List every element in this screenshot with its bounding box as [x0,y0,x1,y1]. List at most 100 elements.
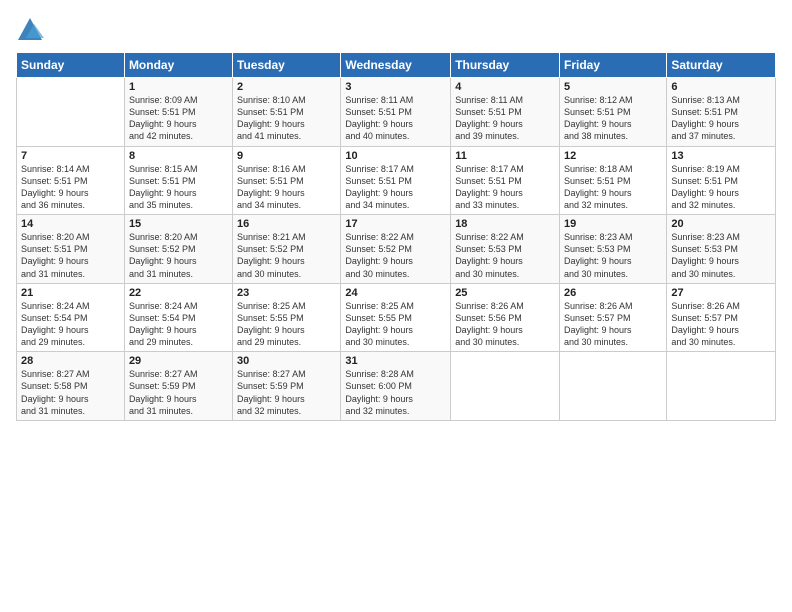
day-number: 6 [671,81,771,93]
calendar-week-row: 21Sunrise: 8:24 AM Sunset: 5:54 PM Dayli… [17,283,776,352]
calendar-cell: 20Sunrise: 8:23 AM Sunset: 5:53 PM Dayli… [667,215,776,284]
calendar-body: 1Sunrise: 8:09 AM Sunset: 5:51 PM Daylig… [17,78,776,421]
day-number: 26 [564,287,662,299]
calendar-cell: 17Sunrise: 8:22 AM Sunset: 5:52 PM Dayli… [341,215,451,284]
day-number: 10 [345,150,446,162]
calendar-cell: 10Sunrise: 8:17 AM Sunset: 5:51 PM Dayli… [341,146,451,215]
calendar-cell: 24Sunrise: 8:25 AM Sunset: 5:55 PM Dayli… [341,283,451,352]
weekday-header: Sunday [17,53,125,78]
day-info: Sunrise: 8:16 AM Sunset: 5:51 PM Dayligh… [237,163,336,212]
calendar-week-row: 14Sunrise: 8:20 AM Sunset: 5:51 PM Dayli… [17,215,776,284]
calendar-cell [451,352,560,421]
weekday-header: Monday [124,53,232,78]
calendar-week-row: 28Sunrise: 8:27 AM Sunset: 5:58 PM Dayli… [17,352,776,421]
day-info: Sunrise: 8:22 AM Sunset: 5:52 PM Dayligh… [345,231,446,280]
weekday-header: Saturday [667,53,776,78]
day-number: 20 [671,218,771,230]
day-number: 12 [564,150,662,162]
calendar-cell: 29Sunrise: 8:27 AM Sunset: 5:59 PM Dayli… [124,352,232,421]
day-number: 30 [237,355,336,367]
day-info: Sunrise: 8:26 AM Sunset: 5:56 PM Dayligh… [455,300,555,349]
calendar-cell [667,352,776,421]
calendar-week-row: 1Sunrise: 8:09 AM Sunset: 5:51 PM Daylig… [17,78,776,147]
calendar-cell: 16Sunrise: 8:21 AM Sunset: 5:52 PM Dayli… [233,215,341,284]
day-info: Sunrise: 8:11 AM Sunset: 5:51 PM Dayligh… [455,94,555,143]
day-number: 18 [455,218,555,230]
weekday-header: Wednesday [341,53,451,78]
weekday-header: Tuesday [233,53,341,78]
day-number: 4 [455,81,555,93]
calendar-cell: 12Sunrise: 8:18 AM Sunset: 5:51 PM Dayli… [560,146,667,215]
day-info: Sunrise: 8:14 AM Sunset: 5:51 PM Dayligh… [21,163,120,212]
day-info: Sunrise: 8:25 AM Sunset: 5:55 PM Dayligh… [345,300,446,349]
day-info: Sunrise: 8:23 AM Sunset: 5:53 PM Dayligh… [564,231,662,280]
day-info: Sunrise: 8:24 AM Sunset: 5:54 PM Dayligh… [129,300,228,349]
day-info: Sunrise: 8:27 AM Sunset: 5:59 PM Dayligh… [237,368,336,417]
weekday-header: Friday [560,53,667,78]
calendar-cell: 18Sunrise: 8:22 AM Sunset: 5:53 PM Dayli… [451,215,560,284]
day-info: Sunrise: 8:17 AM Sunset: 5:51 PM Dayligh… [345,163,446,212]
day-info: Sunrise: 8:13 AM Sunset: 5:51 PM Dayligh… [671,94,771,143]
calendar-table: SundayMondayTuesdayWednesdayThursdayFrid… [16,52,776,421]
day-info: Sunrise: 8:26 AM Sunset: 5:57 PM Dayligh… [671,300,771,349]
day-number: 15 [129,218,228,230]
day-info: Sunrise: 8:24 AM Sunset: 5:54 PM Dayligh… [21,300,120,349]
day-info: Sunrise: 8:18 AM Sunset: 5:51 PM Dayligh… [564,163,662,212]
day-number: 24 [345,287,446,299]
calendar-cell: 13Sunrise: 8:19 AM Sunset: 5:51 PM Dayli… [667,146,776,215]
day-number: 21 [21,287,120,299]
calendar-cell: 6Sunrise: 8:13 AM Sunset: 5:51 PM Daylig… [667,78,776,147]
day-number: 28 [21,355,120,367]
day-number: 2 [237,81,336,93]
weekday-header: Thursday [451,53,560,78]
day-number: 25 [455,287,555,299]
calendar-cell: 11Sunrise: 8:17 AM Sunset: 5:51 PM Dayli… [451,146,560,215]
calendar-cell [17,78,125,147]
day-number: 5 [564,81,662,93]
day-info: Sunrise: 8:19 AM Sunset: 5:51 PM Dayligh… [671,163,771,212]
day-number: 14 [21,218,120,230]
weekday-row: SundayMondayTuesdayWednesdayThursdayFrid… [17,53,776,78]
day-info: Sunrise: 8:27 AM Sunset: 5:58 PM Dayligh… [21,368,120,417]
day-info: Sunrise: 8:26 AM Sunset: 5:57 PM Dayligh… [564,300,662,349]
day-info: Sunrise: 8:28 AM Sunset: 6:00 PM Dayligh… [345,368,446,417]
day-number: 11 [455,150,555,162]
calendar-cell: 22Sunrise: 8:24 AM Sunset: 5:54 PM Dayli… [124,283,232,352]
calendar-cell: 25Sunrise: 8:26 AM Sunset: 5:56 PM Dayli… [451,283,560,352]
calendar-cell: 28Sunrise: 8:27 AM Sunset: 5:58 PM Dayli… [17,352,125,421]
day-number: 16 [237,218,336,230]
day-number: 19 [564,218,662,230]
calendar-cell: 30Sunrise: 8:27 AM Sunset: 5:59 PM Dayli… [233,352,341,421]
day-info: Sunrise: 8:15 AM Sunset: 5:51 PM Dayligh… [129,163,228,212]
day-number: 22 [129,287,228,299]
calendar-cell: 1Sunrise: 8:09 AM Sunset: 5:51 PM Daylig… [124,78,232,147]
calendar-cell: 23Sunrise: 8:25 AM Sunset: 5:55 PM Dayli… [233,283,341,352]
day-info: Sunrise: 8:12 AM Sunset: 5:51 PM Dayligh… [564,94,662,143]
day-info: Sunrise: 8:17 AM Sunset: 5:51 PM Dayligh… [455,163,555,212]
day-number: 9 [237,150,336,162]
day-info: Sunrise: 8:10 AM Sunset: 5:51 PM Dayligh… [237,94,336,143]
day-info: Sunrise: 8:23 AM Sunset: 5:53 PM Dayligh… [671,231,771,280]
calendar-cell: 31Sunrise: 8:28 AM Sunset: 6:00 PM Dayli… [341,352,451,421]
calendar-cell: 2Sunrise: 8:10 AM Sunset: 5:51 PM Daylig… [233,78,341,147]
day-info: Sunrise: 8:22 AM Sunset: 5:53 PM Dayligh… [455,231,555,280]
calendar-cell: 26Sunrise: 8:26 AM Sunset: 5:57 PM Dayli… [560,283,667,352]
calendar-header: SundayMondayTuesdayWednesdayThursdayFrid… [17,53,776,78]
day-info: Sunrise: 8:25 AM Sunset: 5:55 PM Dayligh… [237,300,336,349]
calendar-cell: 19Sunrise: 8:23 AM Sunset: 5:53 PM Dayli… [560,215,667,284]
calendar-cell: 5Sunrise: 8:12 AM Sunset: 5:51 PM Daylig… [560,78,667,147]
calendar-cell: 27Sunrise: 8:26 AM Sunset: 5:57 PM Dayli… [667,283,776,352]
logo-icon [16,16,44,44]
logo [16,16,46,44]
day-info: Sunrise: 8:21 AM Sunset: 5:52 PM Dayligh… [237,231,336,280]
day-number: 27 [671,287,771,299]
day-number: 29 [129,355,228,367]
day-number: 1 [129,81,228,93]
calendar-cell: 3Sunrise: 8:11 AM Sunset: 5:51 PM Daylig… [341,78,451,147]
day-info: Sunrise: 8:11 AM Sunset: 5:51 PM Dayligh… [345,94,446,143]
page-container: SundayMondayTuesdayWednesdayThursdayFrid… [0,0,792,431]
calendar-cell: 21Sunrise: 8:24 AM Sunset: 5:54 PM Dayli… [17,283,125,352]
calendar-cell: 15Sunrise: 8:20 AM Sunset: 5:52 PM Dayli… [124,215,232,284]
calendar-cell: 7Sunrise: 8:14 AM Sunset: 5:51 PM Daylig… [17,146,125,215]
calendar-cell: 8Sunrise: 8:15 AM Sunset: 5:51 PM Daylig… [124,146,232,215]
